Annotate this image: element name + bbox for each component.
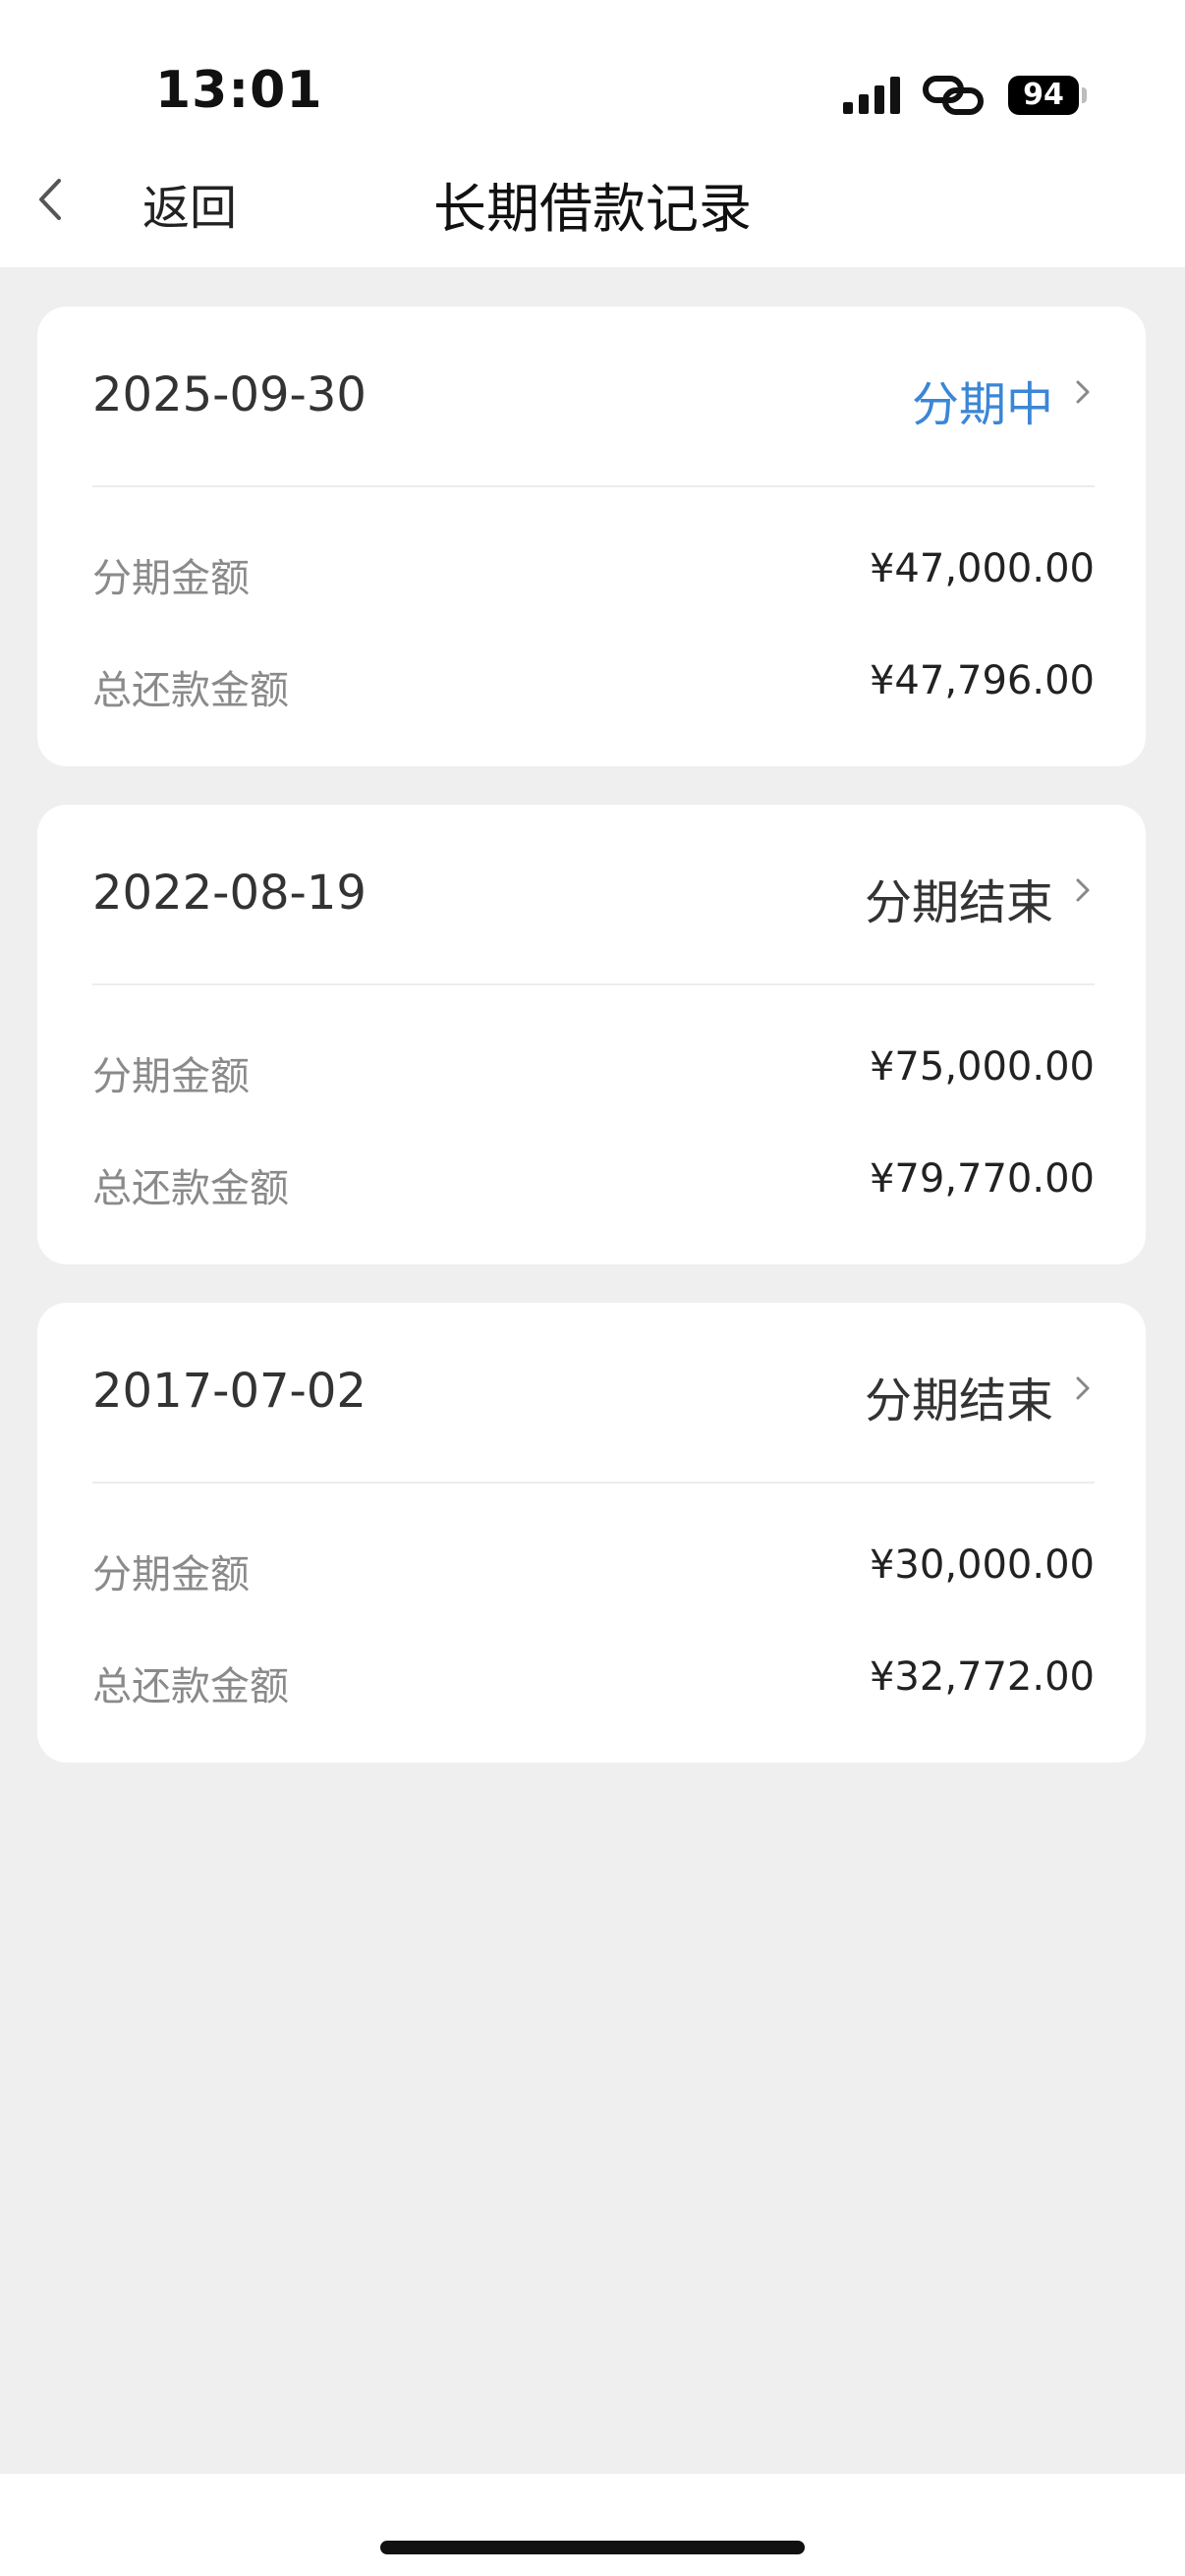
status-time: 13:01 [155, 61, 323, 120]
record-status[interactable]: 分期结束 [865, 864, 1053, 932]
total-repayment-value: ¥32,772.00 [869, 1654, 1095, 1700]
record-date: 2022-08-19 [92, 866, 367, 921]
header: 13:01 94 返回 长期借款记录 [0, 0, 1185, 267]
page-title: 长期借款记录 [433, 178, 752, 240]
total-repayment-value: ¥79,770.00 [869, 1156, 1095, 1202]
link-icon [923, 76, 984, 115]
chevron-right-icon[interactable] [1075, 379, 1091, 405]
battery-indicator: 94 [1008, 76, 1079, 115]
home-indicator[interactable] [380, 2541, 805, 2554]
divider [92, 1482, 1095, 1484]
installment-amount-value: ¥30,000.00 [869, 1542, 1095, 1588]
loan-record-card[interactable]: 2017-07-02 分期结束 分期金额 ¥30,000.00 总还款金额 ¥3… [37, 1303, 1146, 1763]
total-repayment-value: ¥47,796.00 [869, 658, 1095, 703]
divider [92, 983, 1095, 985]
installment-amount-value: ¥47,000.00 [869, 546, 1095, 591]
loan-record-card[interactable]: 2025-09-30 分期中 分期金额 ¥47,000.00 总还款金额 ¥47… [37, 307, 1146, 766]
total-repayment-label: 总还款金额 [92, 1664, 289, 1709]
total-repayment-label: 总还款金额 [92, 1166, 289, 1211]
record-date: 2017-07-02 [92, 1364, 367, 1419]
installment-amount-label: 分期金额 [92, 1054, 250, 1099]
record-date: 2025-09-30 [92, 367, 367, 422]
record-status[interactable]: 分期结束 [865, 1362, 1053, 1430]
installment-amount-value: ¥75,000.00 [869, 1044, 1095, 1090]
chevron-right-icon[interactable] [1075, 877, 1091, 903]
divider [92, 485, 1095, 487]
record-status[interactable]: 分期中 [912, 365, 1053, 434]
cellular-signal-icon [843, 77, 900, 114]
battery-cap [1082, 87, 1087, 103]
bottom-safe-area [0, 2474, 1185, 2576]
total-repayment-label: 总还款金额 [92, 668, 289, 713]
installment-amount-label: 分期金额 [92, 1552, 250, 1597]
loan-record-card[interactable]: 2022-08-19 分期结束 分期金额 ¥75,000.00 总还款金额 ¥7… [37, 805, 1146, 1264]
chevron-right-icon[interactable] [1075, 1375, 1091, 1401]
installment-amount-label: 分期金额 [92, 556, 250, 601]
